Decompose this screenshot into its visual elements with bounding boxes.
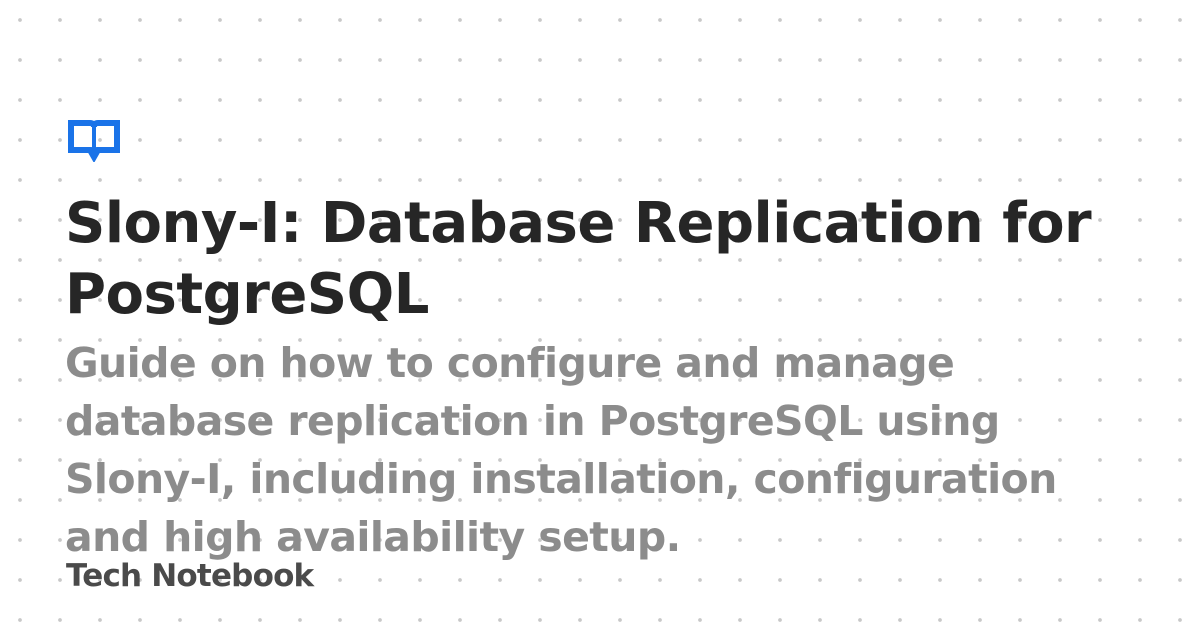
- book-icon: [66, 118, 122, 162]
- page-description: Guide on how to configure and manage dat…: [65, 339, 1057, 561]
- page-title: Slony-I: Database Replication for Postgr…: [65, 191, 1092, 327]
- social-preview-card: Slony-I: Database Replication for Postgr…: [0, 0, 1200, 630]
- site-name: Tech Notebook: [66, 558, 314, 594]
